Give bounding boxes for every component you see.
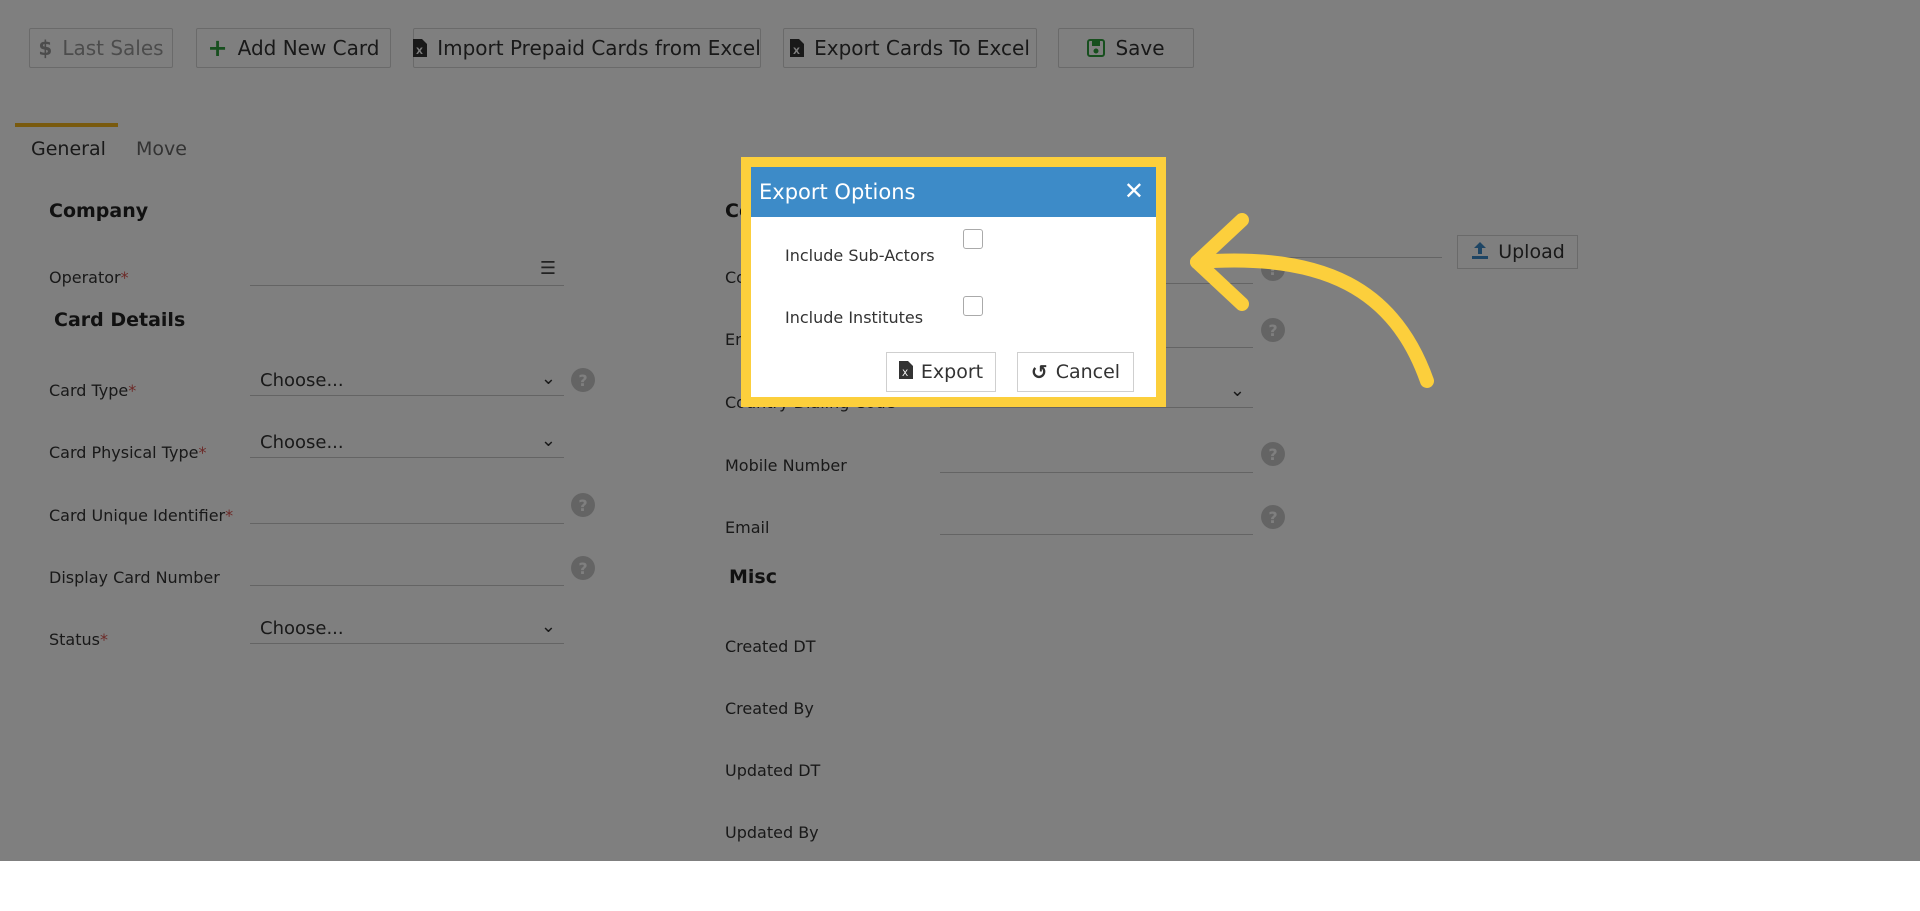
modal-header: Export Options ✕ [751, 167, 1156, 217]
annotation-arrow-icon [1190, 213, 1434, 388]
include-institutes-label: Include Institutes [785, 308, 924, 327]
modal-title: Export Options [759, 180, 916, 204]
include-sub-actors-label: Include Sub-Actors [785, 246, 935, 265]
excel-file-icon: X [898, 360, 913, 384]
undo-icon: ↺ [1030, 360, 1048, 384]
modal-backdrop[interactable] [0, 0, 1920, 911]
include-institutes-checkbox[interactable] [963, 296, 983, 316]
svg-text:X: X [902, 369, 908, 379]
include-sub-actors-checkbox[interactable] [963, 229, 983, 249]
export-button[interactable]: X Export [886, 352, 996, 392]
footer-strip [0, 861, 1920, 911]
cancel-button[interactable]: ↺ Cancel [1017, 352, 1134, 392]
export-options-modal: Export Options ✕ Include Sub-Actors Incl… [751, 167, 1156, 397]
close-icon[interactable]: ✕ [1124, 177, 1144, 205]
